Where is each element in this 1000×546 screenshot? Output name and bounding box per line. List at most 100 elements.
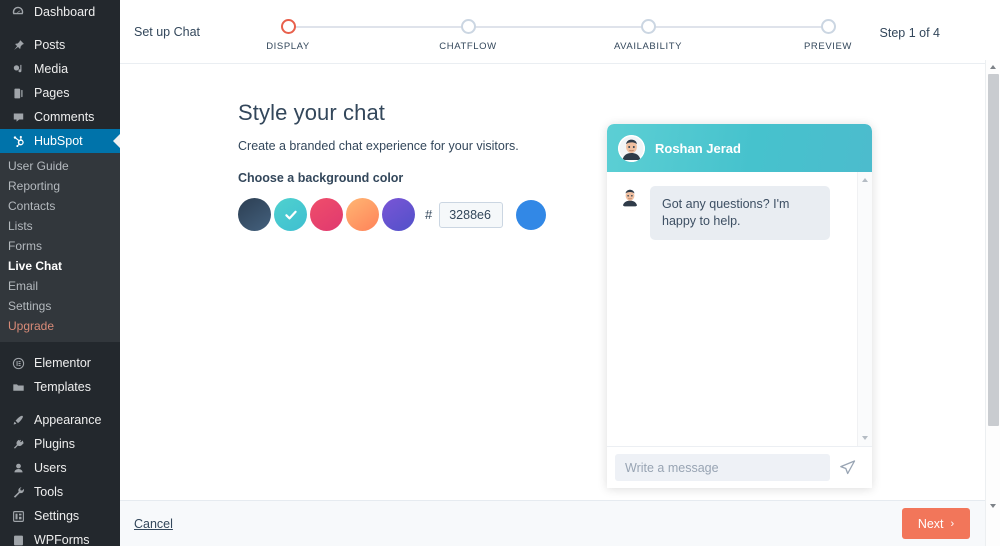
- sidebar-item-media[interactable]: Media: [0, 57, 120, 81]
- sidebar-divider-3: [0, 399, 120, 408]
- submenu-item-reporting[interactable]: Reporting: [0, 176, 120, 196]
- sidebar-item-pages[interactable]: Pages: [0, 81, 120, 105]
- sidebar-item-label: Comments: [34, 110, 95, 124]
- wpforms-icon: [8, 530, 28, 546]
- sidebar-item-label: Posts: [34, 38, 66, 52]
- sidebar-item-label: Dashboard: [34, 5, 96, 19]
- scrollbar-thumb[interactable]: [988, 74, 999, 426]
- message-avatar: [619, 186, 641, 208]
- submenu-item-lists[interactable]: Lists: [0, 216, 120, 236]
- page-title: Style your chat: [238, 100, 386, 125]
- chat-message-list: Got any questions? I'm happy to help.: [607, 172, 872, 446]
- next-button[interactable]: Next ›: [902, 508, 970, 539]
- step-availability[interactable]: AVAILABILITY: [588, 14, 708, 52]
- step-display[interactable]: DISPLAY: [228, 14, 348, 52]
- chat-preview-widget: Roshan Jerad Got any questions? I'm happ…: [607, 124, 872, 488]
- scroll-down-icon[interactable]: [990, 504, 996, 508]
- color-field-label: Choose a background color: [238, 171, 404, 185]
- pin-icon: [8, 35, 28, 55]
- wp-admin-sidebar: Dashboard Posts Media Pages Comments Hub…: [0, 0, 120, 546]
- submenu-item-upgrade[interactable]: Upgrade: [0, 316, 120, 336]
- comment-icon: [8, 107, 28, 127]
- sidebar-divider: [0, 24, 120, 33]
- step-chatflow[interactable]: CHATFLOW: [408, 14, 528, 52]
- sidebar-item-settings[interactable]: Settings: [0, 504, 120, 528]
- sidebar-item-dashboard[interactable]: Dashboard: [0, 0, 120, 24]
- page-scrollbar[interactable]: [985, 60, 1000, 546]
- sidebar-item-comments[interactable]: Comments: [0, 105, 120, 129]
- sidebar-item-label: Settings: [34, 509, 80, 523]
- step-dot-icon: [460, 19, 476, 34]
- submenu-item-forms[interactable]: Forms: [0, 236, 120, 256]
- chat-composer: Write a message: [607, 446, 872, 488]
- style-form: Style your chat Create a branded chat ex…: [238, 100, 638, 231]
- sidebar-item-hubspot[interactable]: HubSpot: [0, 129, 120, 153]
- sidebar-item-users[interactable]: Users: [0, 456, 120, 480]
- submenu-item-live-chat[interactable]: Live Chat: [0, 256, 120, 276]
- sidebar-item-tools[interactable]: Tools: [0, 480, 120, 504]
- setup-stepper: DISPLAY CHATFLOW AVAILABILITY PREVIEW: [266, 14, 851, 54]
- sidebar-item-label: Plugins: [34, 437, 75, 451]
- elementor-icon: [8, 353, 28, 373]
- user-icon: [8, 458, 28, 478]
- color-swatch-pink[interactable]: [310, 198, 343, 231]
- step-preview[interactable]: PREVIEW: [768, 14, 888, 52]
- folder-icon: [8, 377, 28, 397]
- chat-message: Got any questions? I'm happy to help.: [619, 186, 860, 240]
- sidebar-item-plugins[interactable]: Plugins: [0, 432, 120, 456]
- color-preview-dot: [516, 199, 547, 230]
- sidebar-item-label: HubSpot: [34, 134, 83, 148]
- hubspot-submenu: User Guide Reporting Contacts Lists Form…: [0, 153, 120, 342]
- sidebar-tertiary-group: Appearance Plugins Users Tools Settings …: [0, 408, 120, 546]
- media-icon: [8, 59, 28, 79]
- send-icon[interactable]: [830, 451, 864, 485]
- sidebar-item-appearance[interactable]: Appearance: [0, 408, 120, 432]
- cancel-link[interactable]: Cancel: [134, 517, 173, 531]
- step-label: AVAILABILITY: [613, 41, 683, 52]
- color-swatch-slate[interactable]: [238, 198, 271, 231]
- message-bubble: Got any questions? I'm happy to help.: [650, 186, 830, 240]
- color-swatch-purple[interactable]: [382, 198, 415, 231]
- setup-title: Set up Chat: [134, 25, 201, 39]
- chevron-right-icon: ›: [950, 517, 955, 530]
- submenu-item-contacts[interactable]: Contacts: [0, 196, 120, 216]
- check-icon: [274, 198, 307, 231]
- step-label: DISPLAY: [266, 41, 310, 52]
- setup-content: Style your chat Create a branded chat ex…: [120, 64, 1000, 500]
- plug-icon: [8, 434, 28, 454]
- sidebar-divider-2: [0, 342, 120, 351]
- scroll-down-icon[interactable]: [862, 436, 868, 440]
- submenu-item-email[interactable]: Email: [0, 276, 120, 296]
- color-swatch-teal[interactable]: [274, 198, 307, 231]
- scroll-up-icon[interactable]: [990, 65, 996, 69]
- scroll-up-icon[interactable]: [862, 178, 868, 182]
- settings-icon: [8, 506, 28, 526]
- color-swatch-orange[interactable]: [346, 198, 379, 231]
- page-subtitle: Create a branded chat experience for you…: [238, 139, 519, 153]
- dashboard-icon: [8, 2, 28, 22]
- sidebar-item-elementor[interactable]: Elementor: [0, 351, 120, 375]
- hubspot-icon: [8, 131, 28, 151]
- sidebar-item-templates[interactable]: Templates: [0, 375, 120, 399]
- sidebar-item-label: Pages: [34, 86, 70, 100]
- step-dot-icon: [820, 19, 836, 34]
- sidebar-item-label: Appearance: [34, 413, 102, 427]
- sidebar-item-label: Media: [34, 62, 69, 76]
- color-swatch-row: # 3288e6: [238, 198, 638, 231]
- app-root: Dashboard Posts Media Pages Comments Hub…: [0, 0, 1000, 546]
- hex-color-input[interactable]: 3288e6: [439, 201, 504, 228]
- sidebar-secondary-group: Elementor Templates: [0, 351, 120, 399]
- step-dot-icon: [280, 19, 296, 34]
- sidebar-item-label: Templates: [34, 380, 91, 394]
- hash-symbol: #: [425, 207, 433, 222]
- submenu-item-settings[interactable]: Settings: [0, 296, 120, 316]
- chat-message-input[interactable]: Write a message: [615, 454, 830, 481]
- sidebar-primary-group: Dashboard Posts Media Pages Comments Hub…: [0, 0, 120, 153]
- chat-scrollbar[interactable]: [857, 172, 872, 446]
- sidebar-item-posts[interactable]: Posts: [0, 33, 120, 57]
- wizard-footer: Cancel Next ›: [120, 500, 1000, 546]
- step-label: CHATFLOW: [439, 41, 497, 52]
- submenu-item-user-guide[interactable]: User Guide: [0, 156, 120, 176]
- next-button-label: Next: [917, 516, 944, 531]
- sidebar-item-wpforms[interactable]: WPForms: [0, 528, 120, 546]
